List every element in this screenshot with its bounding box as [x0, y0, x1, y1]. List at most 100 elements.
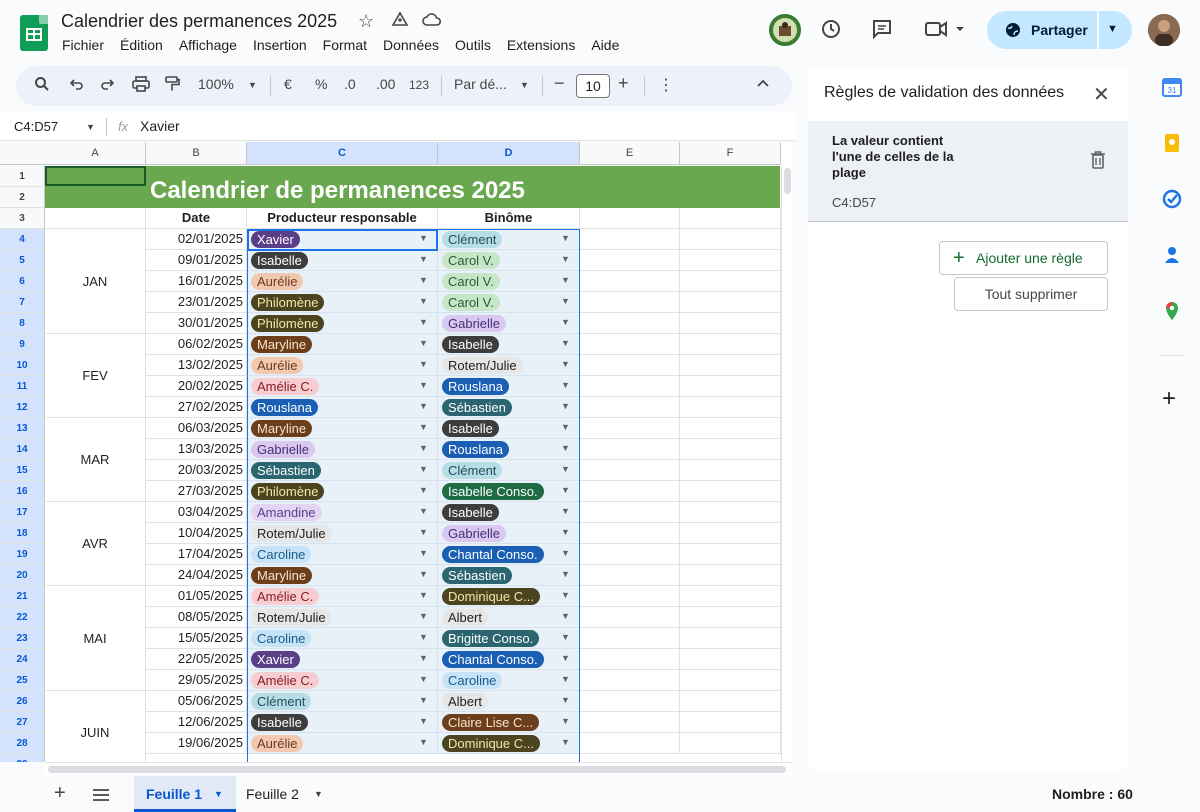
binome-dropdown-cell[interactable]: Chantal Conso. ▼ [438, 544, 580, 565]
empty-cell[interactable] [680, 544, 781, 565]
row-header[interactable]: 18 [0, 523, 45, 544]
dropdown-caret-icon[interactable]: ▼ [561, 464, 570, 474]
empty-cell[interactable] [680, 523, 781, 544]
horizontal-scroll-thumb[interactable] [48, 766, 786, 773]
dropdown-caret-icon[interactable]: ▼ [419, 464, 428, 474]
dropdown-caret-icon[interactable]: ▼ [419, 548, 428, 558]
producer-dropdown-cell[interactable]: Xavier ▼ [247, 229, 438, 250]
undo-icon[interactable] [68, 76, 84, 95]
decrease-font-size-icon[interactable]: − [554, 73, 565, 94]
empty-cell[interactable] [580, 691, 680, 712]
col-header-e[interactable]: E [580, 142, 680, 165]
empty-cell[interactable] [680, 334, 781, 355]
producer-dropdown-cell[interactable]: Maryline ▼ [247, 418, 438, 439]
tab-caret-icon[interactable]: ▼ [214, 776, 223, 812]
empty-cell[interactable] [680, 670, 781, 691]
dropdown-caret-icon[interactable]: ▼ [561, 653, 570, 663]
binome-dropdown-cell[interactable]: Albert ▼ [438, 607, 580, 628]
date-cell[interactable]: 23/01/2025 [146, 292, 247, 313]
increase-font-size-icon[interactable]: + [618, 73, 629, 94]
date-cell[interactable]: 19/06/2025 [146, 733, 247, 754]
row-header[interactable]: 5 [0, 250, 45, 271]
sheet-grid[interactable]: A B C D E F 1 2 3 4 5 6 7 8 9 10 11 12 13 14 15 16 17 18 1… [0, 142, 792, 762]
dropdown-caret-icon[interactable]: ▼ [561, 275, 570, 285]
binome-dropdown-cell[interactable]: Caroline ▼ [438, 670, 580, 691]
header-cell-f3[interactable] [680, 208, 781, 229]
date-cell[interactable]: 16/01/2025 [146, 271, 247, 292]
account-avatar[interactable] [1148, 14, 1180, 46]
menu-donnees[interactable]: Données [383, 37, 439, 53]
empty-cell[interactable] [680, 313, 781, 334]
empty-cell[interactable] [580, 565, 680, 586]
row-header[interactable]: 13 [0, 418, 45, 439]
menu-affichage[interactable]: Affichage [179, 37, 237, 53]
producer-dropdown-cell[interactable]: Amélie C. ▼ [247, 670, 438, 691]
empty-cell[interactable] [680, 292, 781, 313]
cloud-status-icon[interactable] [422, 11, 442, 34]
close-icon[interactable]: ✕ [1093, 82, 1110, 107]
empty-cell[interactable] [580, 439, 680, 460]
dropdown-caret-icon[interactable]: ▼ [561, 401, 570, 411]
more-options-icon[interactable]: ⋮ [658, 75, 674, 95]
collapse-menus-icon[interactable] [756, 76, 770, 93]
dropdown-caret-icon[interactable]: ▼ [561, 569, 570, 579]
cell-a1[interactable] [45, 166, 146, 186]
header-date[interactable]: Date [146, 208, 247, 229]
producer-dropdown-cell[interactable]: Aurélie ▼ [247, 271, 438, 292]
date-cell[interactable]: 27/02/2025 [146, 397, 247, 418]
contacts-icon[interactable] [1162, 245, 1182, 265]
search-menus-icon[interactable] [34, 76, 50, 95]
date-cell[interactable]: 08/05/2025 [146, 607, 247, 628]
dropdown-caret-icon[interactable]: ▼ [419, 506, 428, 516]
row-header[interactable]: 3 [0, 208, 45, 229]
empty-cell[interactable] [680, 607, 781, 628]
binome-dropdown-cell[interactable]: Isabelle ▼ [438, 502, 580, 523]
empty-cell[interactable] [580, 292, 680, 313]
all-sheets-icon[interactable] [93, 788, 109, 806]
dropdown-caret-icon[interactable]: ▼ [561, 632, 570, 642]
share-dropdown-icon[interactable]: ▼ [1107, 23, 1118, 35]
date-cell[interactable]: 05/06/2025 [146, 691, 247, 712]
empty-cell[interactable] [680, 418, 781, 439]
selection-summary[interactable]: Nombre : 60 [1052, 786, 1133, 802]
font-size-input[interactable]: 10 [576, 74, 610, 98]
empty-cell[interactable] [580, 628, 680, 649]
dropdown-caret-icon[interactable]: ▼ [419, 611, 428, 621]
empty-cell[interactable] [580, 334, 680, 355]
tab-caret-icon[interactable]: ▼ [314, 776, 323, 812]
dropdown-caret-icon[interactable]: ▼ [419, 527, 428, 537]
menu-format[interactable]: Format [323, 37, 367, 53]
date-cell[interactable]: 29/05/2025 [146, 670, 247, 691]
date-cell[interactable]: 06/03/2025 [146, 418, 247, 439]
producer-dropdown-cell[interactable]: Philomène ▼ [247, 313, 438, 334]
vertical-scroll-thumb[interactable] [784, 168, 791, 194]
select-all-corner[interactable] [0, 142, 46, 165]
validation-rule-card[interactable]: La valeur contient l'une de celles de la… [808, 121, 1128, 222]
empty-cell[interactable] [680, 355, 781, 376]
binome-dropdown-cell[interactable]: Gabrielle ▼ [438, 523, 580, 544]
row-header[interactable]: 12 [0, 397, 45, 418]
dropdown-caret-icon[interactable]: ▼ [561, 359, 570, 369]
percent-format-button[interactable]: % [315, 76, 327, 92]
row-header[interactable]: 19 [0, 544, 45, 565]
dropdown-caret-icon[interactable]: ▼ [561, 716, 570, 726]
empty-cell[interactable] [580, 355, 680, 376]
row-header[interactable]: 11 [0, 376, 45, 397]
binome-dropdown-cell[interactable]: Rouslana ▼ [438, 376, 580, 397]
share-button[interactable]: Partager ▼ [987, 11, 1132, 49]
binome-dropdown-cell[interactable]: Sébastien ▼ [438, 565, 580, 586]
dropdown-caret-icon[interactable]: ▼ [419, 380, 428, 390]
dropdown-caret-icon[interactable]: ▼ [419, 737, 428, 747]
dropdown-caret-icon[interactable]: ▼ [419, 296, 428, 306]
dropdown-caret-icon[interactable]: ▼ [561, 527, 570, 537]
empty-cell[interactable] [680, 502, 781, 523]
date-cell[interactable]: 03/04/2025 [146, 502, 247, 523]
delete-all-button[interactable]: Tout supprimer [954, 277, 1108, 311]
menu-edition[interactable]: Édition [120, 37, 163, 53]
dropdown-caret-icon[interactable]: ▼ [419, 254, 428, 264]
empty-cell[interactable] [680, 229, 781, 250]
producer-dropdown-cell[interactable]: Amélie C. ▼ [247, 586, 438, 607]
row-header[interactable]: 21 [0, 586, 45, 607]
add-sheet-icon[interactable]: + [54, 782, 66, 805]
dropdown-caret-icon[interactable]: ▼ [561, 254, 570, 264]
